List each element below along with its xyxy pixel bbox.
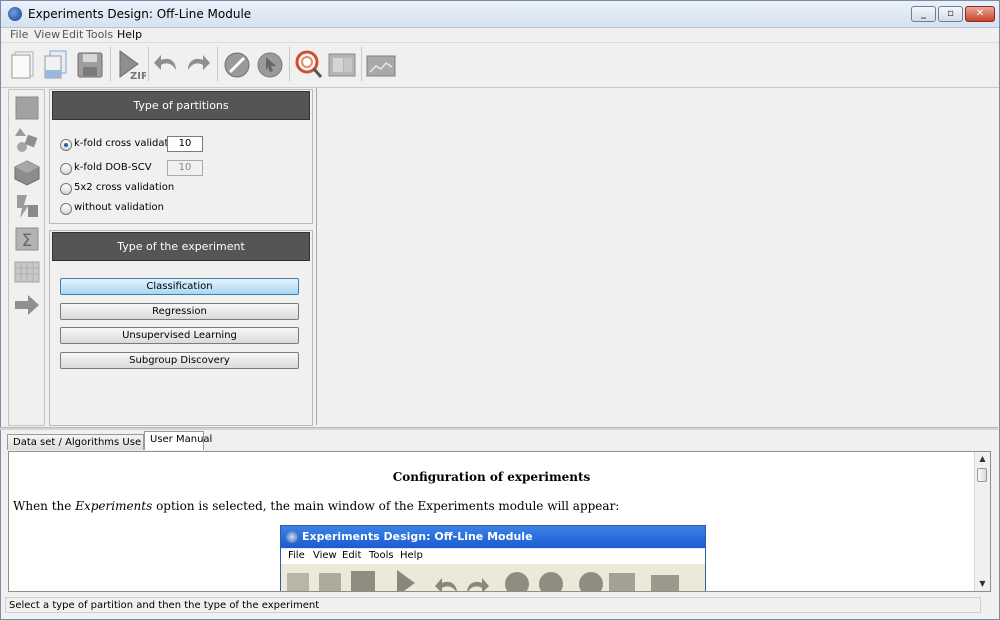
undo-icon[interactable] xyxy=(152,48,182,80)
split-divider[interactable] xyxy=(0,427,998,430)
menu-help[interactable]: Help xyxy=(117,27,142,42)
embedded-menu-file: File xyxy=(288,550,305,561)
close-icon: ✕ xyxy=(975,8,985,19)
experiment-header: Type of the experiment xyxy=(52,232,310,261)
open-documents-icon[interactable] xyxy=(41,48,71,80)
tab-dataset-algorithms[interactable]: Data set / Algorithms Use Case xyxy=(7,434,169,450)
title-bar: Experiments Design: Off-Line Module _ ▫ … xyxy=(1,1,999,28)
manual-heading: Configuration of experiments xyxy=(392,470,591,484)
status-bar: Select a type of partition and then the … xyxy=(5,597,981,613)
embedded-menu: File View Edit Tools Help xyxy=(281,549,705,564)
embedded-toolbar xyxy=(281,565,705,591)
toolbar: ZIP xyxy=(1,42,999,88)
radio-5x2-cv[interactable] xyxy=(60,183,72,195)
visualization-icon[interactable] xyxy=(14,259,40,285)
menu-bar: File View Edit Tools Help xyxy=(1,27,999,42)
radio-kfold-cv[interactable] xyxy=(60,139,72,151)
menu-file[interactable]: File xyxy=(10,27,28,42)
label-kfold-dobscv: k-fold DOB-SCV xyxy=(74,162,152,173)
statistics-icon[interactable]: Σ xyxy=(14,226,40,252)
minimize-button[interactable]: _ xyxy=(911,6,936,22)
scroll-down-icon[interactable]: ▼ xyxy=(975,577,990,591)
para-text-start: When the xyxy=(13,499,76,513)
manual-paragraph: When the Experiments option is selected,… xyxy=(13,499,619,513)
user-manual-content: Configuration of experiments When the Ex… xyxy=(8,451,991,592)
run-zip-icon[interactable]: ZIP xyxy=(116,48,148,82)
radio-without-validation[interactable] xyxy=(60,203,72,215)
tab-user-manual[interactable]: User Manual xyxy=(144,431,212,450)
unsupervised-learning-button[interactable]: Unsupervised Learning xyxy=(60,327,299,344)
label-without-validation: without validation xyxy=(74,202,165,213)
design-area: Σ Type of partitions k-fold cross valida… xyxy=(7,88,990,426)
kfold-cv-input[interactable]: 10 xyxy=(167,136,203,152)
maximize-icon: ▫ xyxy=(947,8,954,19)
maximize-button[interactable]: ▫ xyxy=(938,6,963,22)
methods-icon[interactable] xyxy=(14,160,40,186)
scroll-thumb[interactable] xyxy=(977,468,987,482)
para-emphasis: Experiments xyxy=(75,499,153,513)
dataset-icon[interactable] xyxy=(14,95,40,121)
postprocess-icon[interactable] xyxy=(14,193,40,219)
preprocess-icon[interactable] xyxy=(14,127,40,153)
window-title: Experiments Design: Off-Line Module xyxy=(28,7,252,21)
embedded-title-bar: Experiments Design: Off-Line Module xyxy=(281,526,705,548)
graph-icon[interactable] xyxy=(366,48,396,80)
bottom-tabs: Data set / Algorithms Use Case User Manu… xyxy=(7,431,997,450)
sigma-label: Σ xyxy=(22,231,33,251)
manual-scrollbar[interactable]: ▲ ▼ xyxy=(974,452,990,591)
radio-kfold-dobscv[interactable] xyxy=(60,163,72,175)
close-button[interactable]: ✕ xyxy=(965,6,995,22)
sidebar-toolbox: Σ xyxy=(8,89,45,426)
connection-arrow-icon[interactable] xyxy=(14,292,40,318)
subgroup-discovery-button[interactable]: Subgroup Discovery xyxy=(60,352,299,369)
embedded-app-icon xyxy=(286,531,298,543)
experiment-panel: Type of the experiment Classification Re… xyxy=(49,230,313,426)
embedded-screenshot: Experiments Design: Off-Line Module File… xyxy=(280,525,706,591)
embedded-menu-tools: Tools xyxy=(369,550,394,561)
zip-label: ZIP xyxy=(130,71,146,80)
classification-button[interactable]: Classification xyxy=(60,278,299,295)
embedded-title: Experiments Design: Off-Line Module xyxy=(302,530,533,543)
new-document-icon[interactable] xyxy=(10,48,40,80)
stop-icon[interactable] xyxy=(222,48,252,80)
embedded-menu-view: View xyxy=(313,550,337,561)
regression-button[interactable]: Regression xyxy=(60,303,299,320)
app-logo-icon xyxy=(8,7,22,21)
label-5x2-cv: 5x2 cross validation xyxy=(74,182,175,193)
redo-icon[interactable] xyxy=(184,48,214,80)
embedded-menu-edit: Edit xyxy=(342,550,362,561)
scroll-up-icon[interactable]: ▲ xyxy=(975,452,990,466)
preview-icon[interactable] xyxy=(327,48,357,80)
para-text-end: option is selected, the main window of t… xyxy=(152,499,620,513)
menu-tools[interactable]: Tools xyxy=(86,27,113,42)
menu-edit[interactable]: Edit xyxy=(62,27,83,42)
zoom-help-icon[interactable] xyxy=(294,48,324,80)
save-icon[interactable] xyxy=(75,48,105,80)
experiment-canvas[interactable] xyxy=(316,88,990,425)
minimize-icon: _ xyxy=(921,8,926,19)
pointer-icon[interactable] xyxy=(255,48,285,80)
embedded-menu-help: Help xyxy=(400,550,423,561)
partitions-panel: Type of partitions k-fold cross validati… xyxy=(49,89,313,224)
partitions-header: Type of partitions xyxy=(52,91,310,120)
kfold-dobscv-input[interactable]: 10 xyxy=(167,160,203,176)
menu-view[interactable]: View xyxy=(34,27,60,42)
